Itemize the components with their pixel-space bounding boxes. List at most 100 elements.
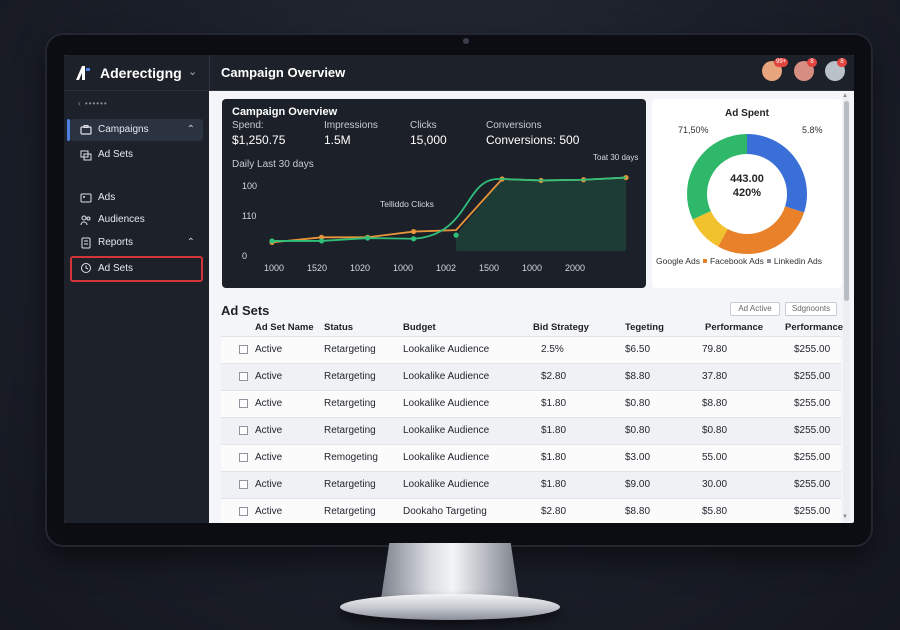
table-cell: Lookalike Audience [403, 371, 490, 382]
legend-label: Linkedin Ads [773, 256, 823, 266]
y-tick-label: 0 [242, 251, 248, 261]
sidebar-item-ads[interactable]: Ads [70, 187, 203, 209]
users-icon [80, 215, 91, 226]
sidebar-item-label: Ad Sets [98, 149, 134, 160]
donut-center-percent: 420% [732, 187, 762, 199]
chevron-up-icon[interactable]: ⌃ [187, 232, 195, 254]
table-cell: 30.00 [702, 479, 728, 490]
scroll-up-icon[interactable]: ▲ [842, 93, 848, 99]
donut-slice[interactable] [718, 205, 805, 254]
table-cell: $255.00 [794, 425, 831, 436]
x-tick-label: 1000 [522, 263, 543, 273]
sidebar-item-reports[interactable]: Reports ⌃ [70, 232, 203, 254]
table-row[interactable]: Active Retargeting Dookaho Targeting $2.80 $… [221, 498, 841, 523]
row-checkbox[interactable] [239, 507, 248, 516]
sidebar-item-ad-sets-highlighted[interactable]: Ad Sets [70, 256, 203, 282]
table-row[interactable]: Active Retargeting Lookalike Audience $1.80… [221, 390, 841, 417]
x-tick-label: 1000 [393, 263, 414, 273]
column-header[interactable]: Tegeting [625, 322, 664, 333]
table-cell: Retargeting [324, 344, 376, 355]
chevron-up-icon[interactable]: ⌃ [187, 119, 195, 141]
table-cell: $255.00 [794, 344, 831, 355]
y-tick-label: 110 [242, 211, 257, 221]
table-cell: $255.00 [794, 452, 831, 463]
table-row[interactable]: Active Retargeting Lookalike Audience 2.5% $… [221, 336, 841, 363]
notification-badge: 8 [807, 58, 817, 67]
column-header[interactable]: Status [324, 322, 353, 333]
table-cell: $9.00 [625, 479, 651, 490]
table-row[interactable]: Active Retargeting Lookalike Audience $2.80… [221, 363, 841, 390]
row-checkbox[interactable] [239, 480, 248, 489]
briefcase-icon [80, 125, 92, 135]
x-tick-label: 1002 [436, 263, 457, 273]
data-point[interactable] [411, 228, 417, 235]
area-fill [456, 177, 626, 251]
table-row[interactable]: Active Remogeting Lookalike Audience $1.80 $… [221, 444, 841, 471]
webcam [463, 38, 469, 44]
table-cell: $1.80 [541, 425, 567, 436]
app-logo-icon [76, 66, 90, 80]
column-header[interactable]: Ad Set Name [255, 322, 314, 333]
column-header[interactable]: Performance [785, 322, 843, 333]
column-header[interactable]: Bid Strategy [533, 322, 589, 333]
ad-active-button[interactable]: Ad Active [730, 302, 780, 316]
chevron-down-icon[interactable]: ⌄ [188, 65, 197, 78]
donut-slice[interactable] [692, 210, 729, 247]
table-cell: Lookalike Audience [403, 344, 490, 355]
table-cell: $0.80 [625, 425, 651, 436]
table-row[interactable]: Active Retargeting Lookalike Audience $1.80… [221, 417, 841, 444]
table-cell: $8.80 [625, 371, 651, 382]
y-tick-label: 100 [242, 181, 258, 191]
table-cell: Active [255, 371, 283, 382]
notification-badge: 8 [837, 58, 847, 67]
line-chart [269, 174, 629, 251]
data-point[interactable] [364, 235, 371, 241]
page-title: Campaign Overview [221, 65, 346, 80]
table-cell: $8.80 [702, 398, 728, 409]
sidebar-item-ad-sets[interactable]: Ad Sets [70, 144, 203, 166]
data-point[interactable] [269, 238, 275, 244]
table-cell: Lookalike Audience [403, 479, 490, 490]
table-cell: Active [255, 506, 283, 517]
monitor-stand-base [340, 594, 560, 620]
table-cell: Active [255, 425, 283, 436]
sidebar-item-label: Campaigns [98, 124, 149, 135]
data-point[interactable] [411, 236, 417, 242]
table-row[interactable]: Active Retargeting Lookalike Audience $1.80… [221, 471, 841, 498]
row-checkbox[interactable] [239, 426, 248, 435]
column-header[interactable]: Performance [705, 322, 763, 333]
row-checkbox[interactable] [239, 453, 248, 462]
donut-legend: Google Ads Facebook Ads Linkedin Ads [656, 256, 822, 266]
divider [209, 55, 210, 91]
row-checkbox[interactable] [239, 372, 248, 381]
scrollbar-thumb[interactable] [844, 101, 849, 301]
clock-icon [81, 263, 91, 273]
table-cell: 37.80 [702, 371, 728, 382]
segments-button[interactable]: Sdgnoonts [785, 302, 837, 316]
legend-label: Facebook Ads [709, 256, 764, 266]
back-link[interactable]: ‹ •••••• [78, 99, 108, 108]
table-cell: $255.00 [794, 371, 831, 382]
table-cell: $0.80 [625, 398, 651, 409]
table-cell: Lookalike Audience [403, 425, 490, 436]
table-cell: Dookaho Targeting [403, 506, 487, 517]
sidebar-item-label: Reports [98, 237, 134, 248]
row-checkbox[interactable] [239, 399, 248, 408]
data-point[interactable] [318, 238, 325, 244]
scroll-down-icon[interactable]: ▼ [842, 514, 848, 520]
table-cell: $2.80 [541, 506, 567, 517]
chart-annotation: Telliddo Clicks [380, 199, 434, 209]
x-tick-label: 1520 [307, 263, 328, 273]
row-checkbox[interactable] [239, 345, 248, 354]
data-point[interactable] [453, 232, 459, 238]
table-cell: Lookalike Audience [403, 452, 490, 463]
sidebar-item-campaigns[interactable]: Campaigns ⌃ [67, 119, 203, 141]
table-cell: Retargeting [324, 425, 376, 436]
column-header[interactable]: Budget [403, 322, 436, 333]
sidebar-item-audiences[interactable]: Audiences [70, 209, 203, 231]
table-cell: Retargeting [324, 398, 376, 409]
monitor-stand-neck [381, 543, 519, 599]
app-name: Aderectigng [100, 65, 182, 81]
table-cell: $6.50 [625, 344, 651, 355]
x-tick-label: 1020 [350, 263, 371, 273]
